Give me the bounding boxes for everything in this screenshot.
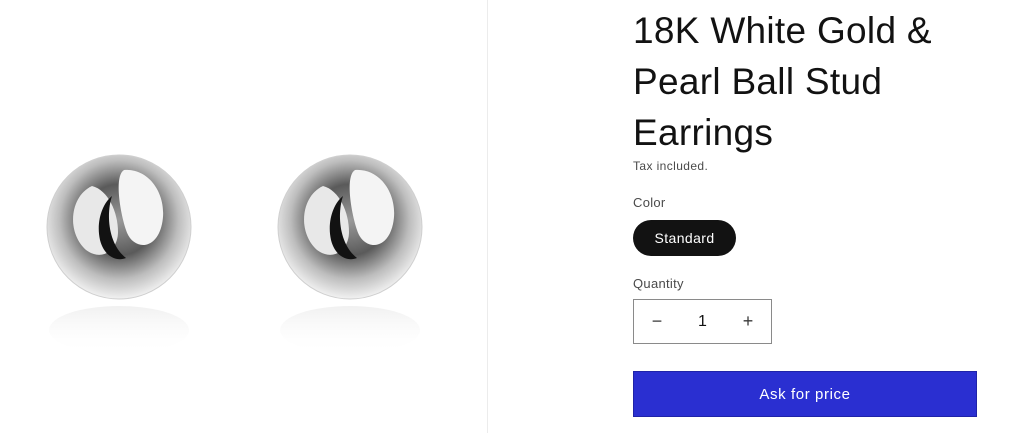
right-earring — [277, 154, 423, 354]
ask-for-price-label: Ask for price — [759, 385, 851, 403]
product-title: 18K White Gold & Pearl Ball Stud Earring… — [633, 10, 932, 153]
color-label: Color — [633, 195, 666, 210]
quantity-label: Quantity — [633, 276, 684, 291]
color-option-label: Standard — [654, 230, 715, 246]
product-image[interactable] — [0, 0, 487, 433]
gallery-divider — [487, 0, 488, 433]
color-option-standard[interactable]: Standard — [633, 220, 736, 256]
quantity-input[interactable]: 1 — [680, 313, 725, 331]
increase-quantity-button[interactable]: + — [725, 300, 771, 343]
product-gallery — [0, 0, 487, 433]
minus-icon: − — [651, 311, 663, 331]
decrease-quantity-button[interactable]: − — [634, 300, 680, 343]
ask-for-price-button[interactable]: Ask for price — [633, 371, 977, 417]
tax-note: Tax included. — [633, 159, 709, 173]
quantity-stepper: − 1 + — [633, 299, 772, 344]
plus-icon: + — [742, 311, 754, 331]
left-earring — [46, 154, 192, 354]
